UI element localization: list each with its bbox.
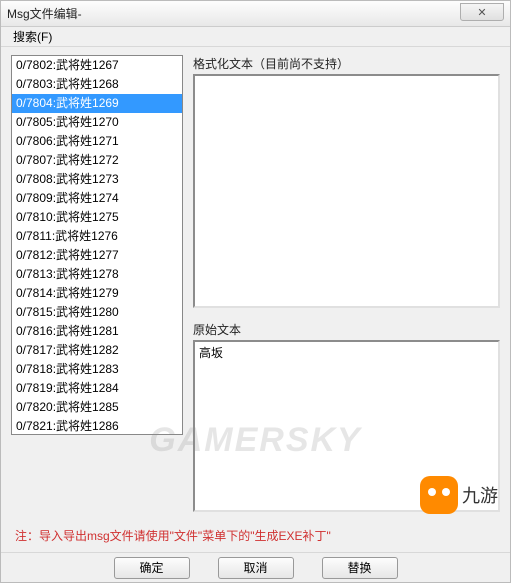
list-item[interactable]: 0/7819:武将姓1284 [12,379,182,398]
list-item[interactable]: 0/7818:武将姓1283 [12,360,182,379]
close-button[interactable]: ✕ [460,3,504,21]
list-item[interactable]: 0/7807:武将姓1272 [12,151,182,170]
list-item[interactable]: 0/7803:武将姓1268 [12,75,182,94]
ok-button[interactable]: 确定 [114,557,190,579]
list-item[interactable]: 0/7809:武将姓1274 [12,189,182,208]
list-item[interactable]: 0/7814:武将姓1279 [12,284,182,303]
right-pane: 格式化文本（目前尚不支持） 原始文本 [193,55,500,520]
formatted-text-label: 格式化文本（目前尚不支持） [193,55,500,72]
cancel-button[interactable]: 取消 [218,557,294,579]
close-icon: ✕ [477,6,486,19]
original-text-label: 原始文本 [193,321,500,338]
titlebar: Msg文件编辑- ✕ [1,1,510,27]
list-item[interactable]: 0/7815:武将姓1280 [12,303,182,322]
list-item[interactable]: 0/7817:武将姓1282 [12,341,182,360]
replace-button[interactable]: 替换 [322,557,398,579]
formatted-text-area[interactable] [193,74,500,308]
brand-logo-icon [420,476,458,514]
list-item[interactable]: 0/7810:武将姓1275 [12,208,182,227]
footer-note: 注：导入导出msg文件请使用"文件"菜单下的"生成EXE补丁" [15,527,331,544]
list-item[interactable]: 0/7802:武将姓1267 [12,56,182,75]
menubar: 搜索(F) [1,27,510,47]
list-item[interactable]: 0/7811:武将姓1276 [12,227,182,246]
list-item[interactable]: 0/7808:武将姓1273 [12,170,182,189]
window-title: Msg文件编辑- [7,5,82,22]
button-bar: 确定 取消 替换 [1,552,510,582]
list-item[interactable]: 0/7806:武将姓1271 [12,132,182,151]
list-item[interactable]: 0/7805:武将姓1270 [12,113,182,132]
list-item[interactable]: 0/7821:武将姓1286 [12,417,182,435]
app-window: Msg文件编辑- ✕ 搜索(F) 0/7802:武将姓12670/7803:武将… [0,0,511,583]
brand-logo: 九游 [420,476,498,514]
content-area: 0/7802:武将姓12670/7803:武将姓12680/7804:武将姓12… [5,49,506,550]
list-item[interactable]: 0/7820:武将姓1285 [12,398,182,417]
list-item[interactable]: 0/7816:武将姓1281 [12,322,182,341]
entry-list[interactable]: 0/7802:武将姓12670/7803:武将姓12680/7804:武将姓12… [11,55,183,435]
list-item[interactable]: 0/7813:武将姓1278 [12,265,182,284]
brand-logo-text: 九游 [462,482,498,508]
list-item[interactable]: 0/7804:武将姓1269 [12,94,182,113]
menu-search[interactable]: 搜索(F) [7,26,58,47]
list-item[interactable]: 0/7812:武将姓1277 [12,246,182,265]
